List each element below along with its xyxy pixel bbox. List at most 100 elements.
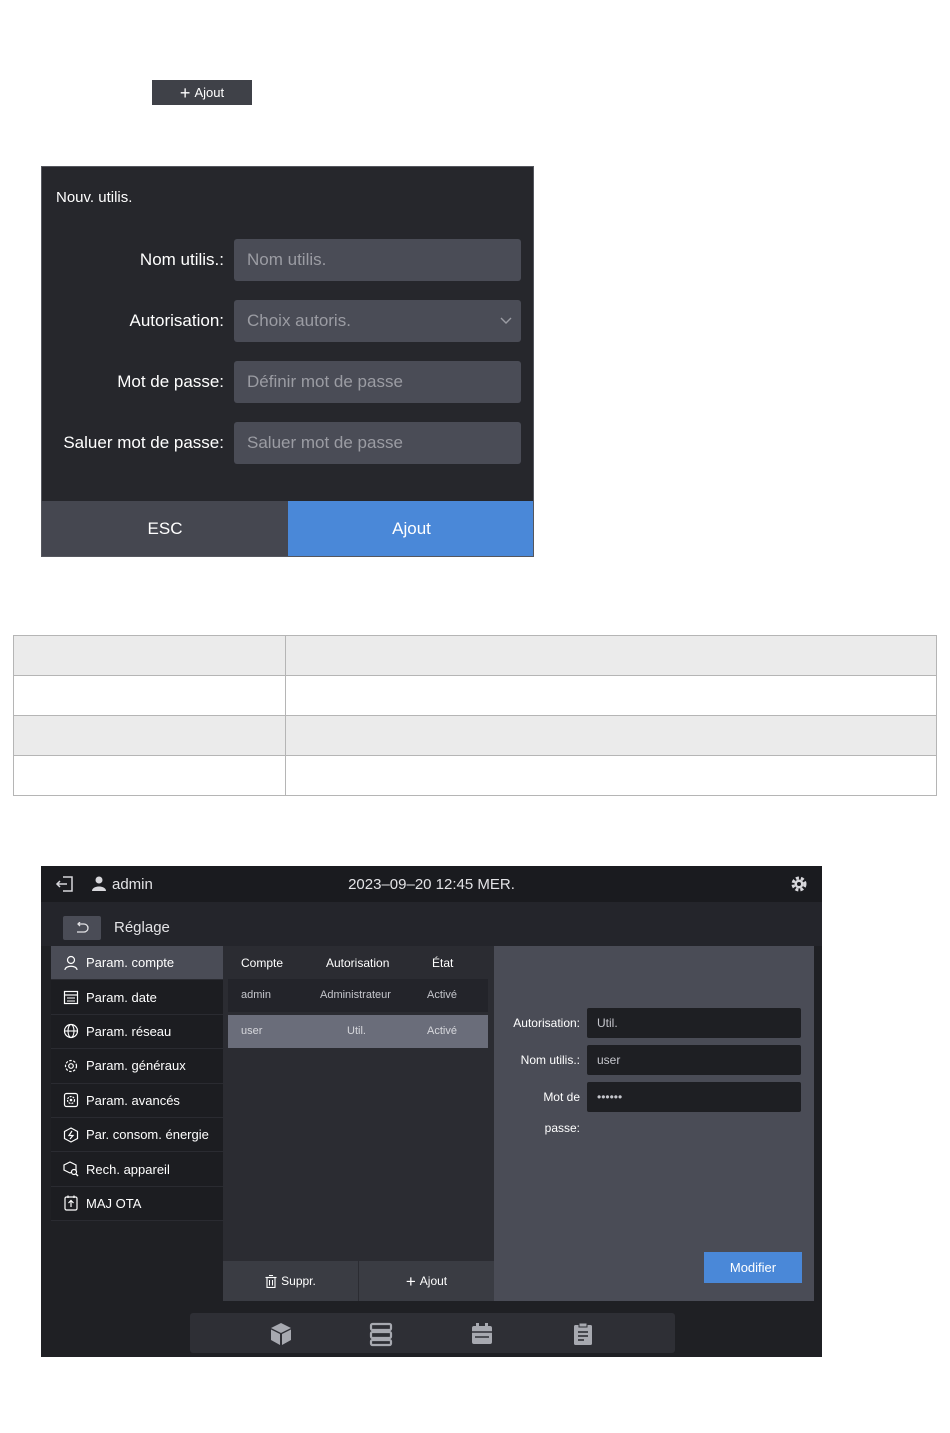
table-cell [285,675,937,716]
sidebar-item-label: Rech. appareil [86,1161,170,1177]
account-list-header: Compte Autorisation État [223,946,494,979]
dialog-buttons: ESC Ajout [42,501,533,556]
sidebar-item-label: Param. compte [86,955,175,971]
schedule-icon[interactable] [469,1321,495,1347]
header-bar: Réglage [41,902,822,946]
account-list: Compte Autorisation État admin Administr… [223,946,494,1301]
table-cell [285,715,937,756]
sidebar-item-label: Param. avancés [86,1092,180,1108]
username-label: Nom utilis.: [139,250,224,269]
advanced-settings-icon [63,1093,79,1108]
table-row [13,635,937,676]
sidebar-item-network[interactable]: Param. réseau [51,1014,223,1050]
sidebar-item-date[interactable]: Param. date [51,980,223,1015]
password-input[interactable]: Définir mot de passe [234,361,521,403]
column-header: Compte [241,956,284,970]
account-cell: user [241,1025,263,1037]
permission-select[interactable]: Choix autoris. [234,300,521,342]
chevron-down-icon [500,317,512,324]
add-account-button-label: Ajout [419,1274,448,1288]
confirm-password-row: Saluer mot de passe: Saluer mot de passe [42,422,533,464]
delete-button[interactable]: Suppr. [223,1261,358,1301]
table-cell [285,635,937,676]
add-user-button-label: Ajout [194,85,225,100]
blank-table [13,635,937,796]
sidebar-item-label: Par. consom. énergie [86,1127,209,1143]
back-button[interactable] [63,916,101,940]
state-cell: Activé [427,1025,457,1037]
trash-icon [265,1274,277,1288]
column-header: Autorisation [326,956,390,970]
add-user-button[interactable]: + Ajout [152,80,252,105]
state-cell: Activé [427,989,457,1001]
status-bar: admin 2023–09–20 12:45 MER. [41,866,822,902]
account-detail-panel: Autorisation: Util. Nom utilis.: user Mo… [494,946,814,1301]
esc-button[interactable]: ESC [42,501,288,556]
sidebar-item-label: Param. généraux [86,1058,186,1074]
add-account-button[interactable]: + Ajout [358,1261,494,1301]
bottom-dock [190,1313,675,1353]
sidebar-item-general[interactable]: Param. généraux [51,1049,223,1084]
table-cell [13,715,286,756]
dialog-title: Nouv. utilis. [56,189,133,206]
table-row [13,715,937,756]
gear-icon[interactable] [790,875,808,893]
table-row [13,755,937,796]
sidebar-item-device-search[interactable]: Rech. appareil [51,1152,223,1187]
datetime: 2023–09–20 12:45 MER. [348,876,515,893]
confirm-password-label: Saluer mot de passe: [63,433,224,452]
account-list-footer: Suppr. + Ajout [223,1261,494,1301]
settings-icon [64,1059,78,1072]
permission-row: Autorisation: Choix autoris. [42,300,533,342]
permission-label: Autorisation: [129,311,225,330]
device-screen: admin 2023–09–20 12:45 MER. Réglage Para… [41,866,822,1357]
password-row: Mot de passe: Définir mot de passe [42,361,533,403]
new-user-dialog: Nouv. utilis. Nom utilis.: Nom utilis. A… [41,166,534,557]
server-icon[interactable] [368,1321,394,1347]
table-row[interactable]: user Util. Activé [228,1015,488,1048]
username-input[interactable]: Nom utilis. [234,239,521,281]
detail-name-label: Nom utilis.: [520,1053,580,1067]
table-row [13,675,937,716]
globe-icon [63,1024,79,1039]
settings-sidebar: Param. compte Param. date Param. réseau … [51,946,223,1301]
ota-update-icon [64,1195,78,1212]
device-search-icon [63,1161,79,1177]
sidebar-item-energy[interactable]: Par. consom. énergie [51,1117,223,1153]
sidebar-item-advanced[interactable]: Param. avancés [51,1083,223,1118]
password-label: Mot de passe: [117,372,224,391]
energy-icon [63,1126,79,1143]
detail-password-label-line1: Mot de [543,1090,580,1104]
column-header: État [432,956,454,970]
delete-button-label: Suppr. [281,1274,316,1288]
detail-role-label: Autorisation: [513,1016,580,1030]
sidebar-item-account[interactable]: Param. compte [51,946,223,981]
cube-icon[interactable] [268,1321,294,1347]
permission-select-value: Choix autoris. [247,311,351,330]
confirm-password-input[interactable]: Saluer mot de passe [234,422,521,464]
detail-name-field[interactable]: user [587,1045,801,1075]
table-cell [13,755,286,796]
page-title: Réglage [114,919,170,936]
confirm-add-button[interactable]: Ajout [288,501,533,556]
sidebar-item-ota[interactable]: MAJ OTA [51,1186,223,1222]
sidebar-item-label: MAJ OTA [86,1195,142,1211]
detail-password-field[interactable]: •••••• [587,1082,801,1112]
sidebar-item-label: Param. réseau [86,1023,172,1039]
detail-password-label-line2: passe: [544,1121,580,1135]
modify-button[interactable]: Modifier [704,1252,802,1283]
role-cell: Util. [347,1025,366,1037]
account-cell: admin [241,989,271,1001]
detail-role-field[interactable]: Util. [587,1008,801,1038]
table-row[interactable]: admin Administrateur Activé [228,979,488,1012]
plus-icon: + [405,1271,416,1291]
clipboard-icon[interactable] [570,1321,596,1347]
table-cell [13,635,286,676]
role-cell: Administrateur [320,989,391,1001]
table-cell [13,675,286,716]
user-icon [64,955,78,970]
plus-icon: + [179,82,191,103]
username-row: Nom utilis.: Nom utilis. [42,239,533,281]
calendar-icon [63,990,79,1005]
sidebar-item-label: Param. date [86,989,157,1005]
